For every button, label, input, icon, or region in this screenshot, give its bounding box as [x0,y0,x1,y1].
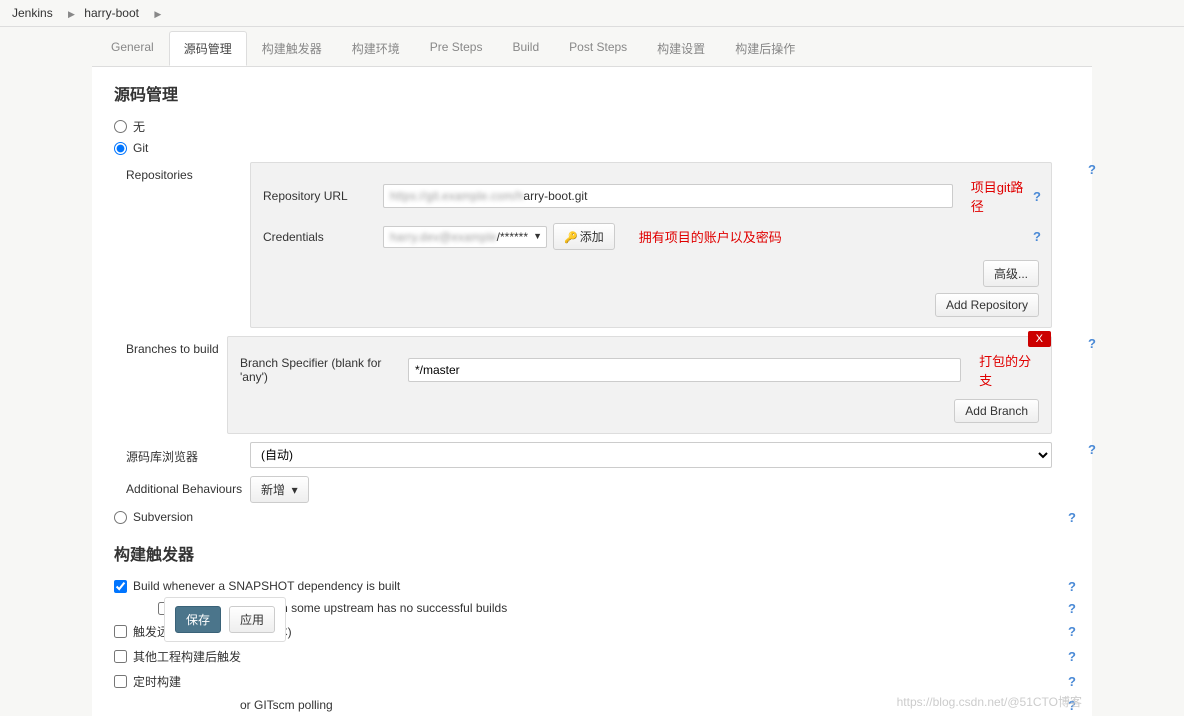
tab-scm[interactable]: 源码管理 [169,31,247,66]
delete-branch-button[interactable]: X [1028,331,1051,347]
credentials-label: Credentials [263,230,383,244]
tab-post[interactable]: Post Steps [554,31,642,66]
key-icon: 🔑 [564,232,578,244]
help-icon[interactable]: ? [1088,162,1096,177]
tab-settings[interactable]: 构建设置 [642,31,720,66]
tab-pre[interactable]: Pre Steps [415,31,498,66]
check-after-other[interactable] [114,650,127,663]
check-remote-trigger[interactable] [114,625,127,638]
breadcrumb-root[interactable]: Jenkins [12,6,53,20]
check-snapshot[interactable] [114,580,127,593]
repository-panel: Repository URL https://git.example.com/h… [250,162,1052,328]
annotation-repo: 项目git路径 [971,177,1033,215]
section-title-triggers: 构建触发器 [110,527,1074,575]
check-after-other-label: 其他工程构建后触发 [133,648,241,665]
cred-blur: harry.dev@example [390,230,497,244]
check-snapshot-label: Build whenever a SNAPSHOT dependency is … [133,579,400,593]
repositories-label: Repositories [126,160,246,182]
help-icon[interactable]: ? [1068,601,1076,616]
help-icon[interactable]: ? [1088,442,1096,457]
repo-browser-select[interactable]: (自动) [250,442,1052,468]
chevron-right-icon: ▶ [68,9,75,19]
annotation-cred: 拥有项目的账户以及密码 [639,227,782,246]
help-icon[interactable]: ? [1068,674,1076,689]
repo-url-blur: https://git.example.com/h [390,189,523,203]
breadcrumb-item[interactable]: harry-boot [84,6,139,20]
add-credentials-button[interactable]: 🔑添加 [553,223,615,250]
add-branch-button[interactable]: Add Branch [954,399,1039,423]
annotation-branch: 打包的分支 [979,351,1039,389]
help-icon[interactable]: ? [1068,649,1076,664]
repo-browser-label: 源码库浏览器 [126,440,246,465]
branches-panel: X Branch Specifier (blank for 'any') 打包的… [227,336,1052,434]
add-behaviour-button[interactable]: 新增 ▾ [250,476,309,503]
credentials-select[interactable]: /****** [497,230,528,244]
check-timed-label: 定时构建 [133,673,181,690]
radio-label-git: Git [133,141,148,155]
radio-label-svn: Subversion [133,510,193,524]
save-button[interactable]: 保存 [175,606,221,633]
repo-url-label: Repository URL [263,189,383,203]
help-icon[interactable]: ? [1033,189,1041,204]
help-icon[interactable]: ? [1068,510,1076,525]
repo-url-input[interactable]: arry-boot.git [523,189,587,203]
tab-bar: General 源码管理 构建触发器 构建环境 Pre Steps Build … [92,27,1092,67]
chevron-right-icon: ▶ [154,9,161,19]
branch-spec-label: Branch Specifier (blank for 'any') [240,356,408,384]
apply-button[interactable]: 应用 [229,606,275,633]
action-bar: 保存 应用 [164,597,286,642]
breadcrumb: Jenkins ▶ harry-boot ▶ [0,0,1184,27]
tab-build[interactable]: Build [497,31,554,66]
radio-scm-git[interactable] [114,142,127,155]
check-gitscm-suffix: or GITscm polling [240,698,333,712]
check-timed[interactable] [114,675,127,688]
section-title-scm: 源码管理 [110,67,1074,115]
advanced-button[interactable]: 高级... [983,260,1039,287]
help-icon[interactable]: ? [1068,579,1076,594]
behaviours-label: Additional Behaviours [126,474,246,496]
radio-scm-none[interactable] [114,120,127,133]
tab-general[interactable]: General [96,31,169,66]
watermark: https://blog.csdn.net/@51CTO博客 [897,693,1082,710]
help-icon[interactable]: ? [1068,624,1076,639]
tab-trigger[interactable]: 构建触发器 [247,31,337,66]
tab-env[interactable]: 构建环境 [337,31,415,66]
radio-label-none: 无 [133,118,145,135]
tab-postbuild[interactable]: 构建后操作 [720,31,810,66]
add-repository-button[interactable]: Add Repository [935,293,1039,317]
branches-label: Branches to build [126,334,223,356]
help-icon[interactable]: ? [1088,336,1096,351]
help-icon[interactable]: ? [1033,229,1041,244]
branch-spec-input[interactable] [408,358,961,382]
radio-scm-svn[interactable] [114,511,127,524]
